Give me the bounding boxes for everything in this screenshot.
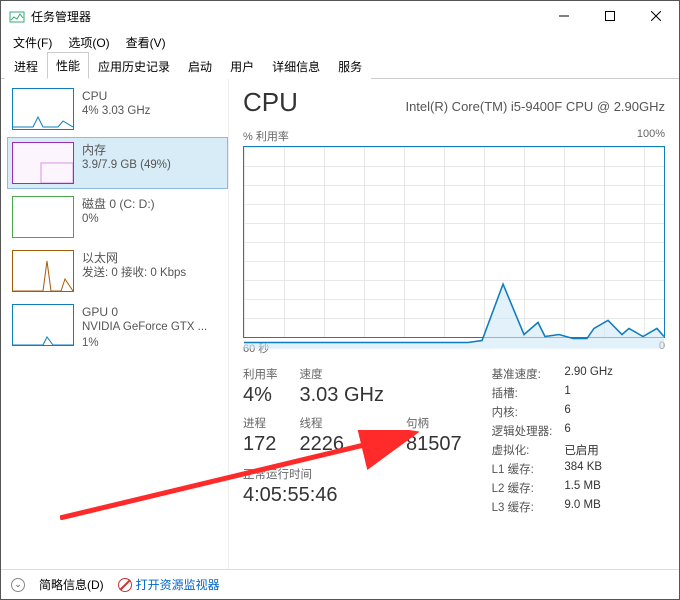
- sidebar-cpu-title: CPU: [82, 88, 150, 104]
- virtualization-label: 虚拟化:: [492, 442, 553, 458]
- resource-monitor-icon: [118, 578, 132, 592]
- tab-processes[interactable]: 进程: [5, 53, 47, 79]
- open-resource-monitor-link[interactable]: 打开资源监视器: [118, 576, 220, 593]
- sidebar-mem-sub: 3.9/7.9 GB (49%): [82, 158, 171, 174]
- util-label: 利用率: [243, 366, 278, 382]
- uptime-label: 正常运行时间: [243, 466, 462, 482]
- tab-services[interactable]: 服务: [329, 53, 371, 79]
- close-button[interactable]: [633, 1, 679, 31]
- resource-monitor-label: 打开资源监视器: [136, 576, 220, 593]
- gpu-thumb-icon: [12, 304, 74, 346]
- sidebar-gpu-title: GPU 0: [82, 304, 207, 320]
- handles-value: 81507: [406, 431, 462, 457]
- ethernet-thumb-icon: [12, 250, 74, 292]
- maximize-button[interactable]: [587, 1, 633, 31]
- virtualization-value: 已启用: [564, 442, 613, 458]
- sidebar-item-gpu[interactable]: GPU 0NVIDIA GeForce GTX ...1%: [7, 299, 228, 356]
- base-speed-value: 2.90 GHz: [564, 366, 613, 382]
- app-icon: [9, 8, 25, 24]
- cpu-thumb-icon: [12, 88, 74, 130]
- menu-options[interactable]: 选项(O): [60, 32, 117, 53]
- minimize-button[interactable]: [541, 1, 587, 31]
- menu-view[interactable]: 查看(V): [118, 32, 174, 53]
- memory-thumb-icon: [12, 142, 74, 184]
- sidebar-item-disk[interactable]: 磁盘 0 (C: D:)0%: [7, 191, 228, 243]
- base-speed-label: 基准速度:: [492, 366, 553, 382]
- uptime-value: 4:05:55:46: [243, 482, 462, 508]
- disk-thumb-icon: [12, 196, 74, 238]
- handles-label: 句柄: [406, 415, 462, 431]
- cpu-heading: CPU: [243, 87, 298, 118]
- threads-value: 2226: [300, 431, 384, 457]
- sidebar-disk-title: 磁盘 0 (C: D:): [82, 196, 155, 212]
- menu-file[interactable]: 文件(F): [5, 32, 60, 53]
- tab-details[interactable]: 详细信息: [263, 53, 329, 79]
- fewer-details-link[interactable]: 简略信息(D): [39, 576, 104, 593]
- speed-value: 3.03 GHz: [300, 382, 384, 408]
- sidebar-item-cpu[interactable]: CPU4% 3.03 GHz: [7, 83, 228, 135]
- sockets-value: 1: [564, 385, 613, 401]
- sidebar-mem-title: 内存: [82, 142, 171, 158]
- sidebar: CPU4% 3.03 GHz 内存3.9/7.9 GB (49%) 磁盘 0 (…: [1, 79, 229, 569]
- cores-label: 内核:: [492, 404, 553, 420]
- logical-processors-value: 6: [564, 423, 613, 439]
- processes-label: 进程: [243, 415, 278, 431]
- window-title: 任务管理器: [31, 8, 91, 25]
- cpu-utilization-chart: [243, 146, 665, 338]
- l2-cache-label: L2 缓存:: [492, 480, 553, 496]
- cpu-model: Intel(R) Core(TM) i5-9400F CPU @ 2.90GHz: [312, 99, 665, 114]
- l2-cache-value: 1.5 MB: [564, 480, 613, 496]
- sidebar-gpu-sub1: NVIDIA GeForce GTX ...: [82, 320, 207, 336]
- l3-cache-label: L3 缓存:: [492, 499, 553, 515]
- tab-performance[interactable]: 性能: [47, 52, 89, 79]
- tab-users[interactable]: 用户: [221, 53, 263, 79]
- sidebar-item-ethernet[interactable]: 以太网发送: 0 接收: 0 Kbps: [7, 245, 228, 297]
- cores-value: 6: [564, 404, 613, 420]
- sidebar-cpu-sub: 4% 3.03 GHz: [82, 104, 150, 120]
- l3-cache-value: 9.0 MB: [564, 499, 613, 515]
- sidebar-eth-sub: 发送: 0 接收: 0 Kbps: [82, 266, 186, 282]
- tab-startup[interactable]: 启动: [179, 53, 221, 79]
- chart-label-top-right: 100%: [637, 128, 665, 144]
- chart-label-top-left: % 利用率: [243, 128, 289, 144]
- sidebar-disk-sub: 0%: [82, 212, 155, 228]
- l1-cache-value: 384 KB: [564, 461, 613, 477]
- util-value: 4%: [243, 382, 278, 408]
- sidebar-item-memory[interactable]: 内存3.9/7.9 GB (49%): [7, 137, 228, 189]
- l1-cache-label: L1 缓存:: [492, 461, 553, 477]
- chevron-down-icon[interactable]: ⌄: [11, 578, 25, 592]
- tab-app-history[interactable]: 应用历史记录: [89, 53, 179, 79]
- logical-processors-label: 逻辑处理器:: [492, 423, 553, 439]
- threads-label: 线程: [300, 415, 384, 431]
- sidebar-eth-title: 以太网: [82, 250, 186, 266]
- speed-label: 速度: [300, 366, 384, 382]
- sockets-label: 插槽:: [492, 385, 553, 401]
- processes-value: 172: [243, 431, 278, 457]
- sidebar-gpu-sub2: 1%: [82, 336, 207, 352]
